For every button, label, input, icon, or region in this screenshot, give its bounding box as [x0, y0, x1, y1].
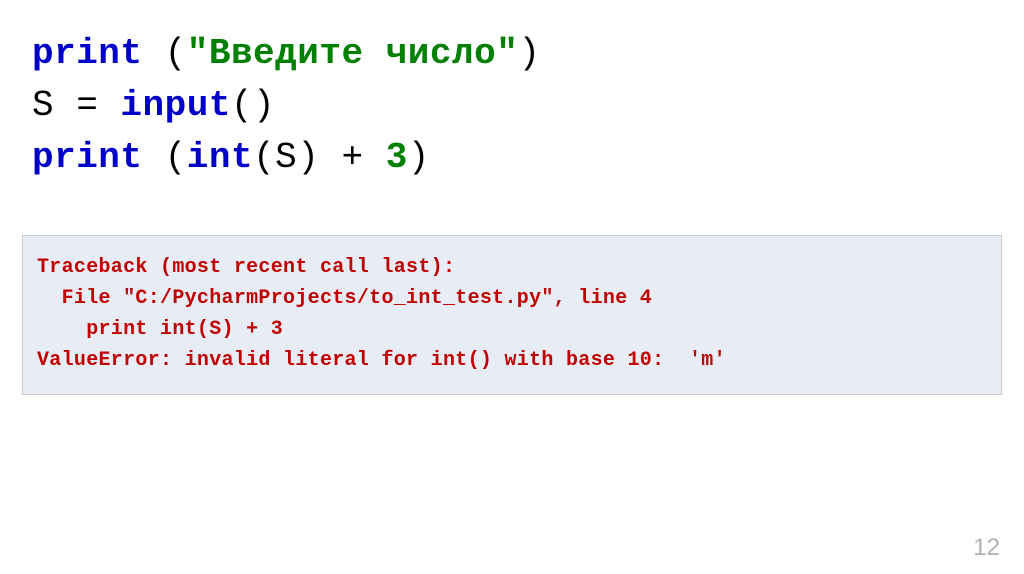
code-text: ()	[231, 85, 275, 126]
traceback-line: ValueError: invalid literal for int() wi…	[37, 349, 726, 372]
keyword-int: int	[187, 137, 253, 178]
string-literal: "Введите число"	[187, 33, 519, 74]
traceback-line: print int(S) + 3	[37, 318, 283, 341]
code-text: )	[408, 137, 430, 178]
code-text: (	[143, 33, 187, 74]
keyword-print: print	[32, 33, 143, 74]
code-line-3: print (int(S) + 3)	[32, 132, 992, 184]
number-literal: 3	[386, 137, 408, 178]
code-block: print ("Введите число") S = input() prin…	[0, 0, 1024, 205]
traceback-block: Traceback (most recent call last): File …	[22, 235, 1002, 395]
code-text: S =	[32, 85, 120, 126]
keyword-print: print	[32, 137, 143, 178]
page-number: 12	[973, 534, 1000, 562]
traceback-line: Traceback (most recent call last):	[37, 256, 455, 279]
keyword-input: input	[120, 85, 231, 126]
code-text: (S) +	[253, 137, 386, 178]
traceback-line: File "C:/PycharmProjects/to_int_test.py"…	[37, 287, 652, 310]
code-text: (	[143, 137, 187, 178]
code-text: )	[518, 33, 540, 74]
code-line-2: S = input()	[32, 80, 992, 132]
code-line-1: print ("Введите число")	[32, 28, 992, 80]
